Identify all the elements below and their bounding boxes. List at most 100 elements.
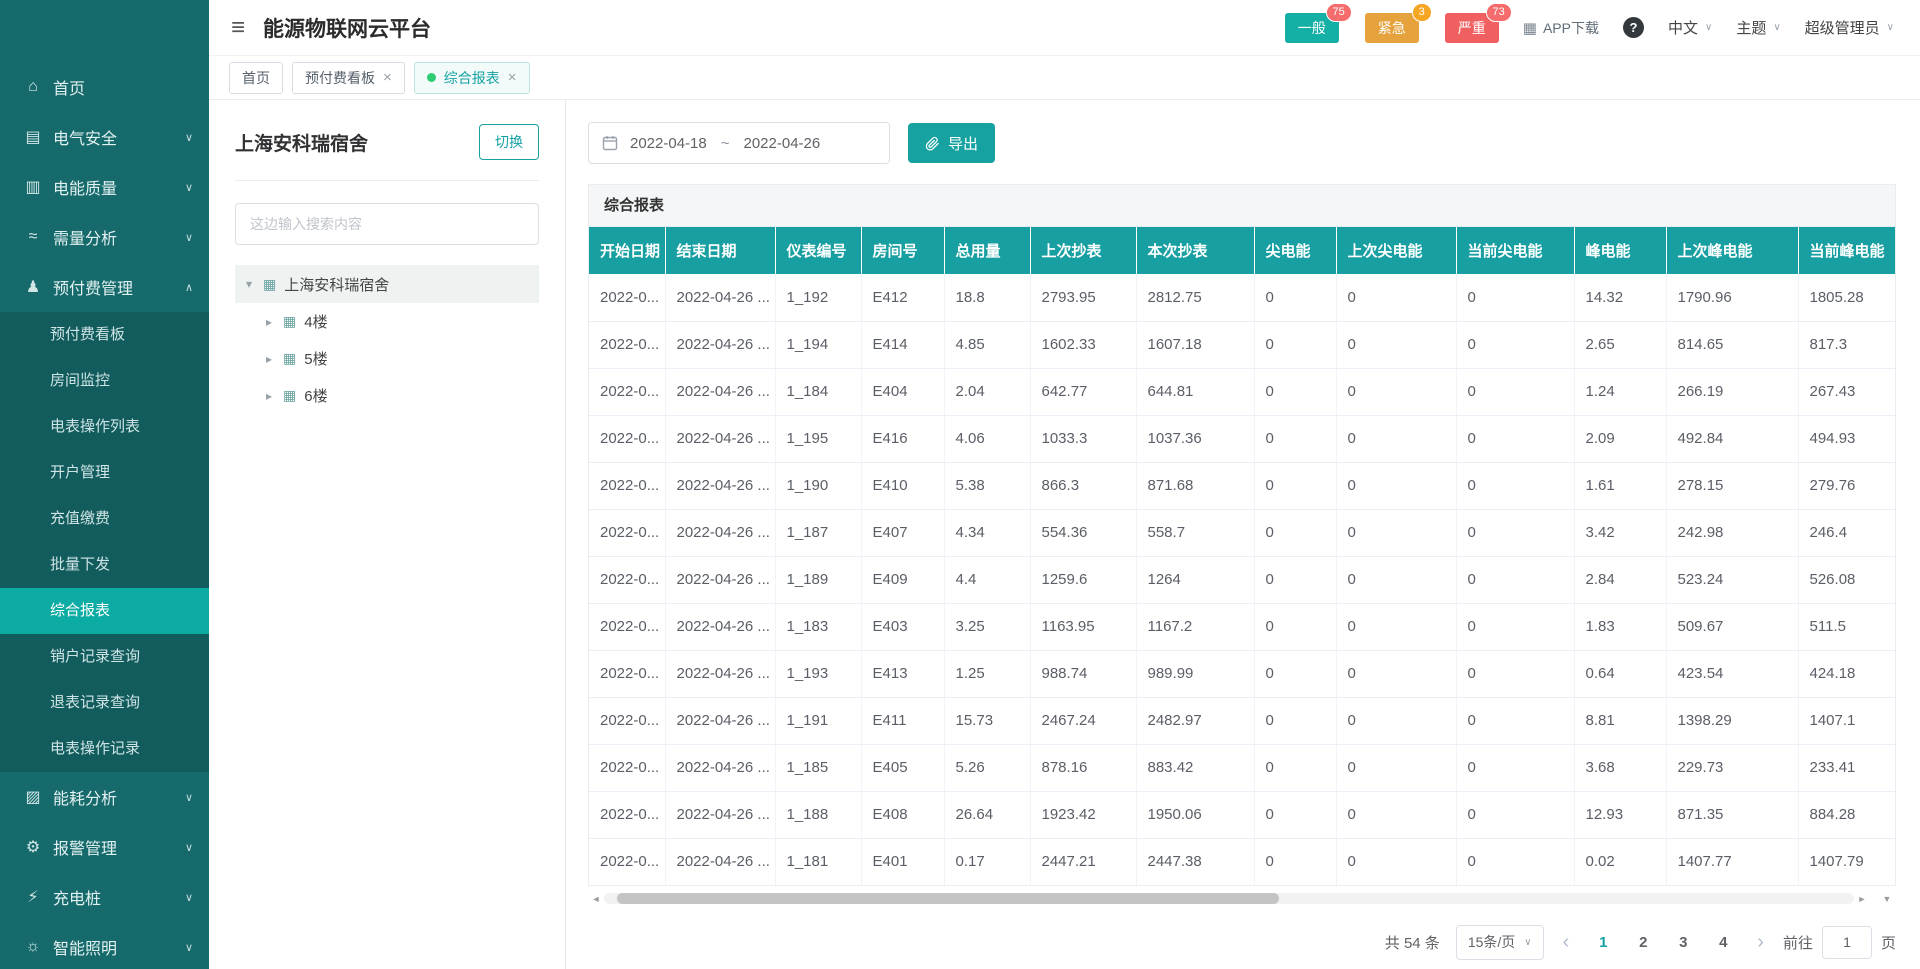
demand-analysis-icon: ≈ [20, 228, 46, 246]
cell: 0 [1456, 650, 1574, 697]
report-table-wrap: 开始日期结束日期仪表编号房间号总用量上次抄表本次抄表尖电能上次尖电能当前尖电能峰… [588, 226, 1896, 886]
date-range-picker[interactable]: 2022-04-18 ~ 2022-04-26 [588, 122, 890, 164]
cell: 2022-04-26 ... [665, 462, 775, 509]
scrollbar-track[interactable] [604, 893, 1854, 904]
sidebar-subitem[interactable]: 电表操作记录 [0, 726, 209, 772]
sidebar-item-alarm[interactable]: ⚙报警管理∨ [0, 822, 209, 872]
sidebar-subitem[interactable]: 销户记录查询 [0, 634, 209, 680]
sidebar-subitem[interactable]: 充值缴费 [0, 496, 209, 542]
export-button[interactable]: 导出 [908, 123, 995, 163]
tree-node[interactable]: ▸▦6楼 [235, 377, 539, 414]
energy-analysis-icon: ▨ [20, 787, 46, 807]
app-download-link[interactable]: ▦ APP下载 [1523, 18, 1599, 38]
tree-panel: 上海安科瑞宿舍 切换 ▾ ▦ 上海安科瑞宿舍 ▸▦4楼▸▦5楼▸▦6楼 [209, 100, 566, 969]
scroll-right-icon[interactable]: ► [1854, 894, 1870, 904]
chevron-down-icon: ∨ [185, 231, 193, 244]
tab-home[interactable]: 首页 [229, 62, 283, 94]
sidebar-subitem[interactable]: 预付费看板 [0, 312, 209, 358]
sidebar-item-prepaid[interactable]: ♟预付费管理∧ [0, 262, 209, 312]
alarm-badge-2[interactable]: 紧急3 [1365, 13, 1419, 43]
topbar-right: 一般75 紧急3 严重73 ▦ APP下载 ? 中文 ∨ 主题 ∨ 超级管理员 ∨ [1285, 13, 1894, 43]
cell: 2022-04-26 ... [665, 321, 775, 368]
caret-right-icon: ▸ [263, 352, 275, 366]
sidebar-item-demand-analysis[interactable]: ≈需量分析∨ [0, 212, 209, 262]
close-icon[interactable]: × [383, 70, 392, 85]
cell: 642.77 [1030, 368, 1136, 415]
user-dropdown[interactable]: 超级管理员 ∨ [1805, 17, 1894, 38]
sidebar-subitem[interactable]: 电表操作列表 [0, 404, 209, 450]
scrollbar-thumb[interactable] [617, 893, 1280, 904]
chevron-down-icon: ∨ [185, 841, 193, 854]
menu-toggle-icon[interactable]: ≡ [231, 16, 245, 40]
tab-prepaid-dashboard[interactable]: 预付费看板× [292, 62, 405, 94]
next-page-button[interactable]: › [1754, 932, 1767, 952]
switch-button[interactable]: 切换 [479, 124, 539, 160]
page-1[interactable]: 1 [1588, 934, 1618, 951]
language-dropdown[interactable]: 中文 ∨ [1668, 17, 1712, 38]
cell: 0 [1254, 509, 1336, 556]
sidebar-subitem[interactable]: 批量下发 [0, 542, 209, 588]
cell: 883.42 [1136, 744, 1254, 791]
cell: 2022-0... [589, 556, 665, 603]
sidebar-item-lighting[interactable]: ☼智能照明∨ [0, 922, 209, 969]
tree-node[interactable]: ▸▦4楼 [235, 303, 539, 340]
page-2[interactable]: 2 [1628, 934, 1658, 951]
cell: 4.4 [944, 556, 1030, 603]
building-icon: ▦ [283, 313, 296, 330]
tree-node-label: 5楼 [304, 348, 327, 369]
sidebar-subitem[interactable]: 开户管理 [0, 450, 209, 496]
cell: 1_190 [775, 462, 861, 509]
sidebar-item-electrical-safety[interactable]: ▤电气安全∨ [0, 112, 209, 162]
cell: E411 [861, 697, 944, 744]
prev-page-button[interactable]: ‹ [1560, 932, 1573, 952]
cell: 1_195 [775, 415, 861, 462]
cell: E413 [861, 650, 944, 697]
cell: 2022-0... [589, 321, 665, 368]
sidebar-subitem[interactable]: 退表记录查询 [0, 680, 209, 726]
help-icon[interactable]: ? [1623, 17, 1644, 38]
scroll-left-icon[interactable]: ◄ [588, 894, 604, 904]
theme-dropdown[interactable]: 主题 ∨ [1736, 17, 1780, 38]
lighting-icon: ☼ [20, 938, 46, 956]
sidebar-item-energy-analysis[interactable]: ▨能耗分析∨ [0, 772, 209, 822]
scroll-down-icon[interactable]: ▼ [1878, 894, 1896, 904]
table-row: 2022-0...2022-04-26 ...1_190E4105.38866.… [589, 462, 1895, 509]
page-4[interactable]: 4 [1708, 934, 1738, 951]
page-size-select[interactable]: 15条/页 ∨ [1456, 925, 1544, 960]
tree-root-node[interactable]: ▾ ▦ 上海安科瑞宿舍 [235, 265, 539, 303]
column-header: 本次抄表 [1136, 227, 1254, 274]
cell: 0 [1336, 603, 1456, 650]
date-end[interactable]: 2022-04-26 [744, 135, 821, 152]
close-icon[interactable]: × [508, 70, 517, 85]
sidebar-subitem[interactable]: 房间监控 [0, 358, 209, 404]
sidebar-item-power-quality[interactable]: ▥电能质量∨ [0, 162, 209, 212]
cell: 1_191 [775, 697, 861, 744]
building-icon: ▦ [263, 276, 276, 293]
cell: E414 [861, 321, 944, 368]
cell: 242.98 [1666, 509, 1798, 556]
sidebar-subitem[interactable]: 综合报表 [0, 588, 209, 634]
tree-search-input[interactable] [235, 203, 539, 245]
cell: 0 [1456, 603, 1574, 650]
cell: 866.3 [1030, 462, 1136, 509]
cell: E401 [861, 838, 944, 885]
export-label: 导出 [948, 133, 978, 154]
cell: 2022-04-26 ... [665, 791, 775, 838]
cell: E410 [861, 462, 944, 509]
cell: 14.32 [1574, 274, 1666, 321]
tree-node[interactable]: ▸▦5楼 [235, 340, 539, 377]
table-row: 2022-0...2022-04-26 ...1_189E4094.41259.… [589, 556, 1895, 603]
alarm-badge-3[interactable]: 严重73 [1445, 13, 1499, 43]
cell: 0 [1254, 603, 1336, 650]
cell: 1_187 [775, 509, 861, 556]
date-start[interactable]: 2022-04-18 [630, 135, 707, 152]
goto-page-input[interactable] [1822, 926, 1872, 959]
cell: 0 [1456, 274, 1574, 321]
alarm-badge-1[interactable]: 一般75 [1285, 13, 1339, 43]
sidebar-item-home[interactable]: ⌂首页 [0, 62, 209, 112]
sidebar-item-charging[interactable]: ⚡充电桩∨ [0, 872, 209, 922]
building-icon: ▦ [283, 387, 296, 404]
tab-comprehensive-report[interactable]: 综合报表× [414, 62, 530, 94]
page-3[interactable]: 3 [1668, 934, 1698, 951]
cell: 0 [1336, 368, 1456, 415]
